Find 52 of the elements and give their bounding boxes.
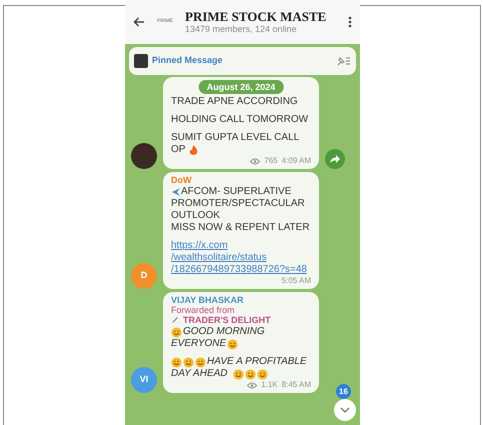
eye-icon (250, 158, 260, 164)
message-text: EVERYONE (171, 338, 226, 350)
sender-name: DoW (171, 175, 192, 186)
avatar[interactable]: D (131, 263, 157, 289)
smiley-icon (183, 356, 194, 368)
smiley-icon (171, 356, 182, 368)
chevron-down-icon (340, 407, 350, 413)
message-time: 4:09 AM (282, 156, 311, 166)
message-text: MISS NOW & REPENT LATER (171, 222, 310, 234)
message-text: OP (171, 144, 186, 156)
share-arrow-icon (330, 155, 340, 163)
message-text: TRADE APNE ACCORDING (171, 96, 298, 108)
link[interactable]: /1826679489733988726?s=48 (171, 264, 307, 275)
date-pill: August 26, 2024 (198, 80, 284, 94)
message-text: HOLDING CALL TOMORROW (171, 114, 308, 126)
link[interactable]: https://x.com (171, 240, 228, 251)
more-icon[interactable] (348, 16, 352, 28)
avatar[interactable]: VI (131, 367, 157, 393)
unread-badge: 16 (336, 384, 351, 399)
message-text: AFCOM- SUPERLATIVE (181, 186, 292, 198)
smiley-icon (195, 356, 206, 368)
message-text: GOOD MORNING (183, 326, 265, 338)
eye-icon (247, 382, 258, 388)
message-text: OUTLOOK (171, 210, 220, 222)
message-time: 8:45 AM (282, 380, 311, 390)
forwarded-source[interactable]: TRADER'S DELIGHT (183, 315, 271, 325)
pinned-message-bar[interactable]: Pinned Message (129, 47, 356, 75)
share-button[interactable] (325, 149, 345, 169)
sender-name: VIJAY BHASKAR (171, 295, 245, 305)
smiley-icon (232, 368, 244, 380)
chat-subtitle: 13479 members, 124 online (185, 24, 298, 35)
pencil-icon (171, 316, 179, 324)
pinned-label: Pinned Message (152, 54, 224, 68)
view-count: 765 (264, 156, 278, 166)
smiley-icon (171, 326, 182, 338)
message-text: HAVE A PROFITABLE (207, 356, 307, 368)
back-arrow-icon[interactable] (133, 17, 145, 27)
message-text: SUMIT GUPTA LEVEL CALL (171, 132, 300, 144)
view-count: 1.1K (261, 380, 278, 390)
pin-list-icon[interactable] (337, 56, 351, 66)
link[interactable]: /wealthsolitaire/status (171, 252, 267, 263)
smiley-icon (244, 368, 256, 380)
forwarded-label: Forwarded from (171, 305, 236, 315)
scroll-down-button[interactable] (334, 399, 356, 421)
message-time: 5:05 AM (282, 276, 311, 286)
message-text: PROMOTER/SPECTACULAR (171, 198, 305, 210)
pinned-thumbnail (134, 54, 148, 68)
smiley-icon (227, 338, 238, 350)
smiley-icon (256, 368, 268, 380)
message-text: DAY AHEAD (171, 368, 228, 380)
chat-title: PRIME STOCK MASTE (185, 9, 328, 24)
avatar-photo[interactable] (131, 143, 157, 169)
